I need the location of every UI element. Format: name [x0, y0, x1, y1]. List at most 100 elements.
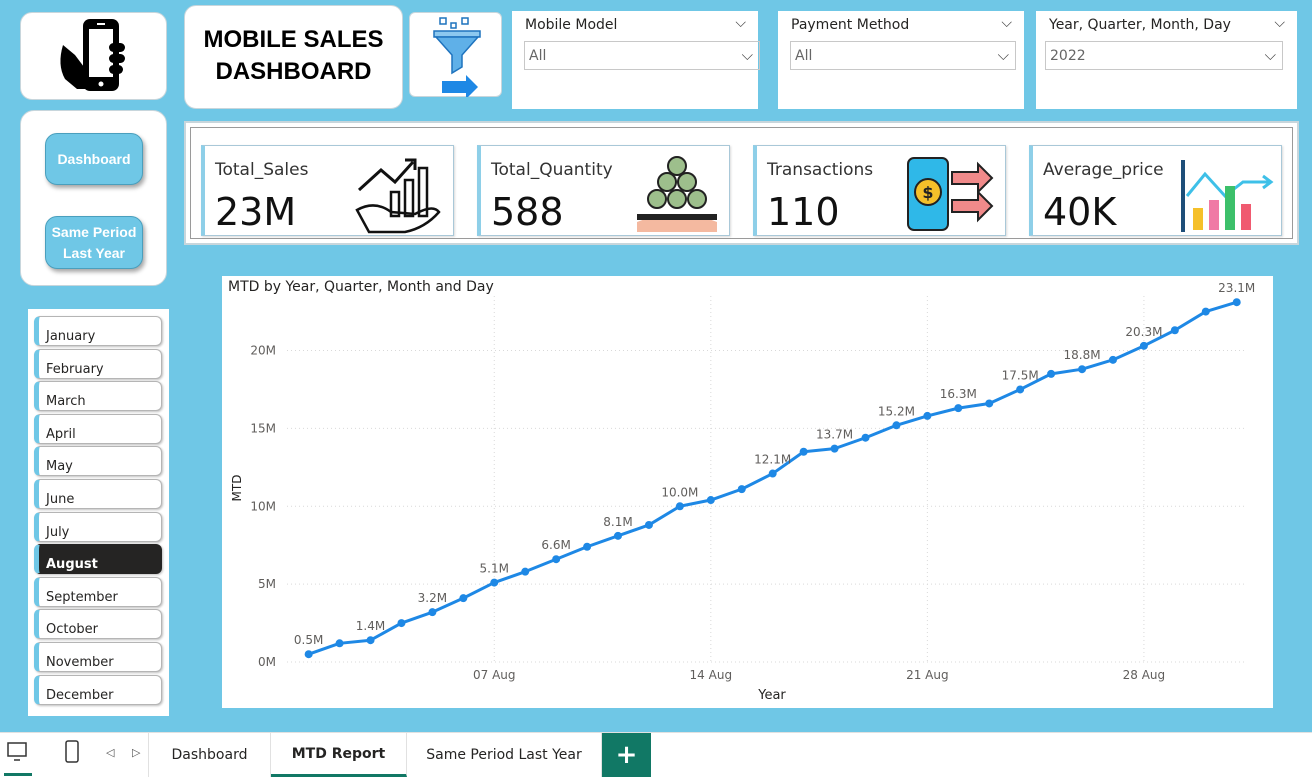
month-item-february[interactable]: February — [34, 348, 162, 379]
date-dropdown[interactable]: 2022 ⌵ — [1045, 41, 1283, 70]
y-axis-title: MTD — [230, 475, 244, 502]
month-slicer: January February March April May June July Augu… — [28, 309, 169, 716]
payment-method-header: Payment Method — [791, 17, 910, 33]
data-point — [954, 404, 963, 413]
month-item-may[interactable]: May — [34, 446, 162, 477]
chevron-down-icon[interactable]: ⌵ — [1001, 15, 1012, 31]
chevron-down-icon[interactable]: ⌵ — [735, 15, 746, 31]
x-axis-title: Year — [757, 688, 786, 703]
phone-payment-icon: $ — [907, 157, 994, 231]
data-label: 20.3M — [1125, 325, 1162, 339]
data-point — [799, 447, 808, 456]
month-item-january[interactable]: January — [34, 316, 162, 346]
kpi-label: Total_Sales — [215, 160, 309, 180]
y-tick-label: 15M — [250, 421, 276, 435]
kpi-label: Average_price — [1043, 160, 1164, 180]
payment-method-value: All — [795, 48, 813, 64]
data-point — [366, 636, 375, 645]
data-label: 6.6M — [541, 538, 570, 552]
data-point — [830, 444, 839, 453]
data-point — [1139, 341, 1148, 350]
date-slicer-header: Year, Quarter, Month, Day — [1049, 17, 1231, 33]
data-point — [706, 496, 715, 505]
kpi-card-transactions: Transactions 110 $ — [753, 145, 1006, 236]
data-label: 16.3M — [940, 387, 977, 401]
data-point — [768, 469, 777, 478]
data-label: 23.1M — [1218, 281, 1255, 295]
data-point — [1047, 369, 1056, 378]
dashboard-nav-button[interactable]: Dashboard — [45, 133, 143, 185]
desktop-view-icon[interactable] — [6, 741, 30, 763]
month-item-november[interactable]: November — [34, 642, 162, 672]
date-slicer: Year, Quarter, Month, Day ⌵ 2022 ⌵ — [1036, 11, 1297, 109]
data-label: 18.8M — [1064, 348, 1101, 362]
bar-chart-trend-icon — [1181, 160, 1274, 232]
payment-method-dropdown[interactable]: All ⌵ — [790, 41, 1016, 70]
phone-logo-card — [20, 12, 167, 100]
data-point — [428, 608, 437, 617]
chart-title: MTD by Year, Quarter, Month and Day — [228, 279, 494, 295]
tab-dashboard[interactable]: Dashboard — [149, 733, 271, 777]
funnel-arrow-icon — [433, 17, 481, 97]
chevron-down-icon: ⌵ — [741, 46, 753, 64]
y-tick-label: 20M — [250, 344, 276, 358]
month-item-april[interactable]: April — [34, 413, 162, 444]
tab-same-period-last-year[interactable]: Same Period Last Year — [407, 733, 602, 777]
kpi-label: Transactions — [767, 160, 874, 180]
y-tick-label: 5M — [258, 577, 276, 591]
kpi-value: 40K — [1043, 190, 1117, 234]
same-period-nav-button[interactable]: Same Period Last Year — [45, 216, 143, 269]
data-point — [861, 433, 870, 442]
svg-text:$: $ — [922, 183, 933, 202]
month-item-march[interactable]: March — [34, 381, 162, 412]
data-point — [1201, 307, 1210, 316]
kpi-label: Total_Quantity — [491, 160, 613, 180]
mobile-view-icon[interactable] — [64, 740, 80, 764]
dashboard-title-card: MOBILE SALES DASHBOARD — [184, 5, 403, 109]
data-label: 1.4M — [356, 619, 385, 633]
data-label: 13.7M — [816, 428, 853, 442]
chevron-down-icon[interactable]: ⌵ — [1274, 15, 1285, 31]
data-point — [892, 421, 901, 430]
chevron-down-icon: ⌵ — [1264, 46, 1276, 64]
month-item-september[interactable]: September — [34, 576, 162, 607]
month-item-december[interactable]: December — [34, 674, 162, 705]
data-point — [397, 619, 406, 628]
data-label: 0.5M — [294, 633, 323, 647]
mobile-model-header: Mobile Model — [525, 17, 618, 33]
mtd-line-chart: 0M 5M 10M 15M 20M 07 Aug 14 Aug 21 Aug 28 Aug Yea… — [222, 276, 1273, 708]
month-item-october[interactable]: October — [34, 609, 162, 640]
payment-method-slicer: Payment Method ⌵ All ⌵ — [778, 11, 1024, 109]
mobile-model-dropdown[interactable]: All ⌵ — [524, 41, 760, 70]
dashboard-title-line1: MOBILE SALES — [203, 26, 384, 53]
x-tick-label: 28 Aug — [1123, 668, 1166, 682]
month-item-july[interactable]: July — [34, 511, 162, 542]
next-page-icon[interactable]: ▷ — [132, 746, 140, 759]
kpi-panel: Total_Sales 23M Total_Quantity 588 Trans… — [184, 121, 1299, 245]
chevron-down-icon: ⌵ — [997, 46, 1009, 64]
page-tab-bar: ◁ ▷ Dashboard MTD Report Same Period Las… — [0, 732, 1312, 779]
data-point — [304, 650, 313, 659]
x-tick-label: 21 Aug — [906, 668, 949, 682]
report-canvas: MOBILE SALES DASHBOARD Mobile Model ⌵ Al… — [0, 0, 1312, 732]
data-label: 17.5M — [1002, 368, 1039, 382]
filter-toggle-button[interactable] — [409, 12, 502, 97]
data-point — [459, 594, 468, 603]
dashboard-nav-label: Dashboard — [57, 150, 131, 167]
tab-mtd-report[interactable]: MTD Report — [271, 733, 407, 777]
data-point — [335, 639, 344, 648]
date-value: 2022 — [1050, 48, 1086, 64]
x-tick-label: 07 Aug — [473, 668, 516, 682]
month-item-june[interactable]: June — [34, 479, 162, 509]
kpi-value: 110 — [767, 190, 840, 234]
add-page-button[interactable]: + — [602, 733, 651, 777]
data-point — [490, 578, 499, 587]
data-point — [644, 520, 653, 529]
sales-growth-hand-icon — [355, 158, 441, 234]
data-point — [1016, 385, 1025, 394]
coin-stack-icon — [637, 156, 717, 232]
y-tick-label: 10M — [250, 499, 276, 513]
prev-page-icon[interactable]: ◁ — [106, 746, 114, 759]
month-item-august[interactable]: August — [34, 544, 162, 575]
data-label: 12.1M — [754, 453, 791, 467]
